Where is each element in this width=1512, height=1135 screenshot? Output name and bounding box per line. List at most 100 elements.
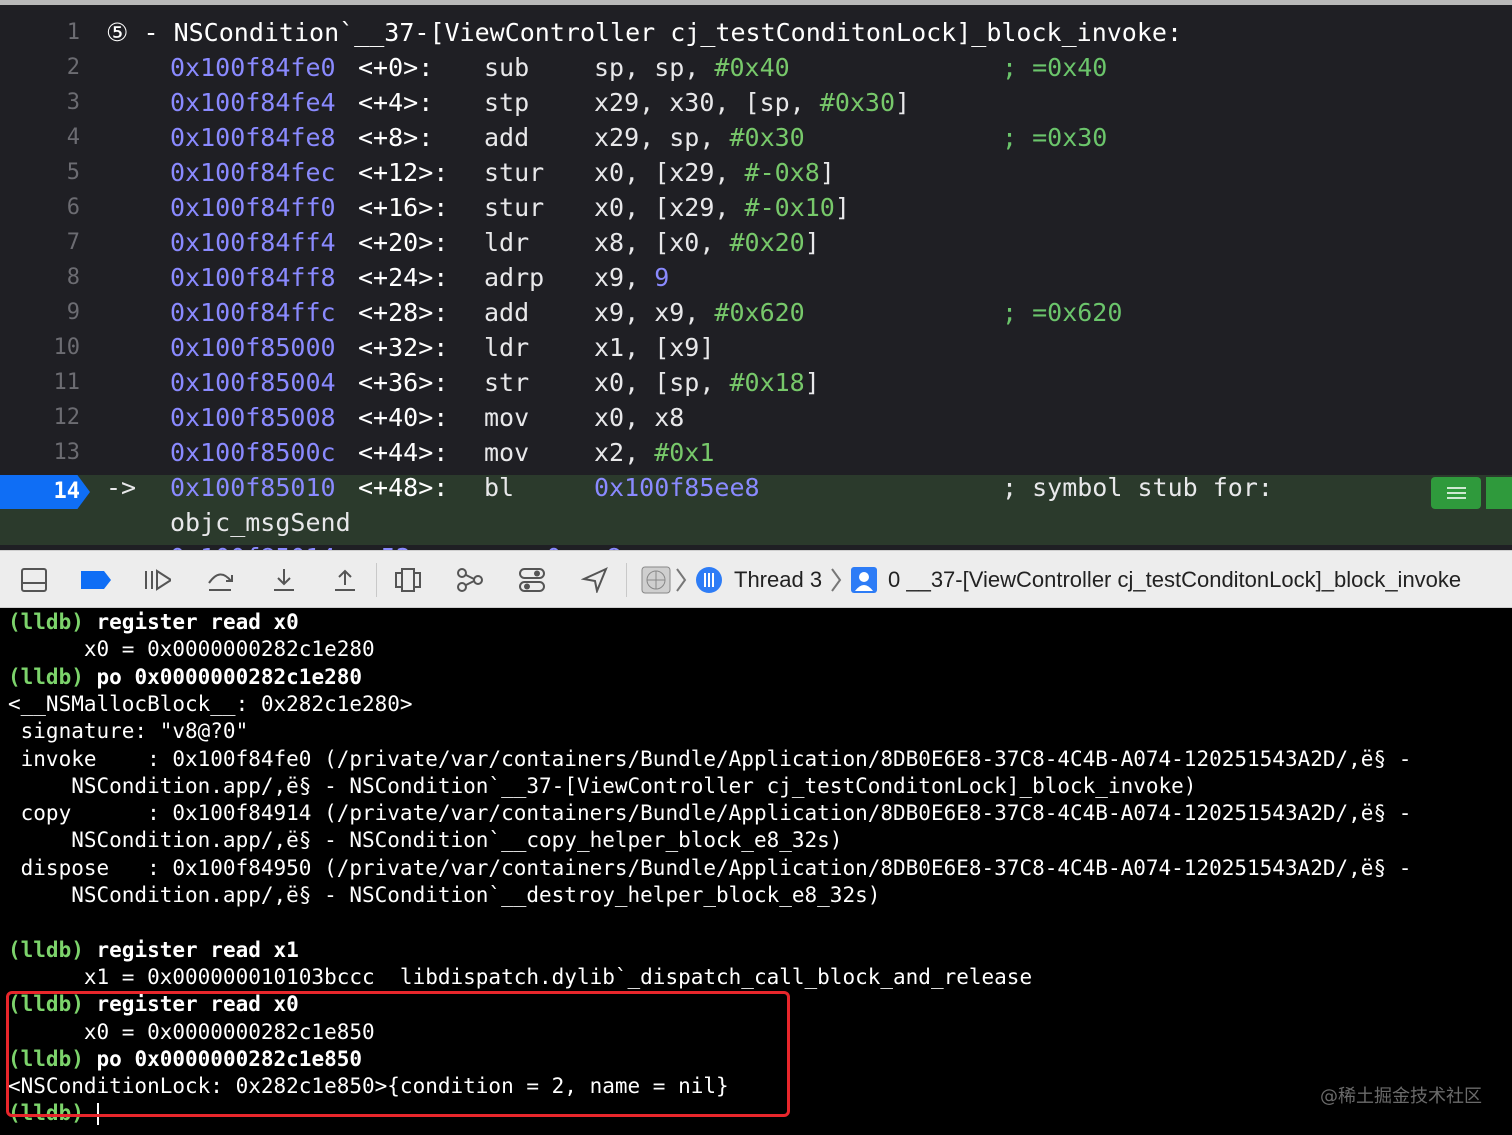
operand-text: x29, x30, [sp,: [594, 88, 820, 117]
instruction-comment: ; =0x40: [1002, 53, 1108, 82]
operand-text: x9,: [594, 263, 655, 292]
instruction-comment: ; =0x30: [1002, 123, 1108, 152]
disassembly-row[interactable]: 4 0x100f84fe8 <+8>: add x29, sp, #0x30 ; =0x3…: [0, 120, 1512, 155]
disassembly-row[interactable]: 13 0x100f8500c <+44>: mov x2, #0x1: [0, 435, 1512, 470]
instruction-pointer-menu-button[interactable]: [1431, 477, 1481, 509]
stack-frame-icon[interactable]: [850, 566, 878, 594]
current-instruction-row[interactable]: -> 0x100f85010 <+48>: bl 0x100f85ee8 ; symbol…: [0, 470, 1512, 505]
lldb-command: register read x0: [96, 610, 299, 634]
immediate-value: #0x30: [819, 88, 896, 117]
thread-icon[interactable]: [695, 566, 723, 594]
debug-toolbar: Thread 3 0 __37-[ViewController cj_testC…: [0, 550, 1512, 608]
operand-text: x8, [x0,: [594, 228, 730, 257]
chevron-right-icon: [675, 566, 687, 594]
operand-tail: ]: [895, 88, 911, 117]
step-over-icon[interactable]: [206, 566, 234, 594]
console-output-line: dispose : 0x100f84950 (/private/var/cont…: [8, 855, 1412, 880]
disassembly-row[interactable]: 1 ⑤ - NSCondition`__37-[ViewController cj…: [0, 15, 1512, 50]
continue-icon[interactable]: [143, 566, 171, 594]
view-hierarchy-icon[interactable]: [394, 566, 422, 594]
operands: x0, [x29, #-0x10]: [594, 190, 850, 225]
operand-tail: ]: [834, 193, 850, 222]
disassembly-row[interactable]: 9 0x100f84ffc <+28>: add x9, x9, #0x620 ; =0x…: [0, 295, 1512, 330]
disassembly-row[interactable]: 2 0x100f84fe0 <+0>: sub sp, sp, #0x40 ; =0x40: [0, 50, 1512, 85]
breakpoints-toggle-icon[interactable]: [80, 566, 112, 594]
current-instruction-continuation: objc_msgSend: [0, 505, 1512, 540]
disassembly-row[interactable]: 11 0x100f85004 <+36>: str x0, [sp, #0x18]: [0, 365, 1512, 400]
current-line-badge[interactable]: 14: [0, 475, 90, 509]
opcode: stp: [484, 88, 530, 117]
lldb-prompt: (lldb): [8, 937, 84, 962]
operand-text: x1, [x9]: [594, 333, 715, 362]
stack-frame-label[interactable]: 0 __37-[ViewController cj_testConditonLo…: [888, 563, 1461, 597]
disassembly-row[interactable]: 12 0x100f85008 <+40>: mov x0, x8: [0, 400, 1512, 435]
instruction-offset: <+4>:: [358, 88, 434, 117]
console-output-line: x1 = 0x000000010103bccc libdispatch.dyli…: [8, 964, 1033, 989]
operands: x9, 9: [594, 260, 669, 295]
console-command-line: (lldb) register read x1: [8, 937, 299, 964]
opcode: ldr: [484, 228, 530, 257]
partial-instruction: 0x100f85014 <+52>: mov x0, x8: [170, 540, 622, 550]
operands: x2, #0x1: [594, 435, 714, 470]
opcode: stur: [484, 193, 545, 222]
chevron-right-icon: [830, 566, 842, 594]
instruction-address: 0x100f84ff8: [170, 263, 336, 292]
operands: x8, [x0, #0x20]: [594, 225, 820, 260]
operand-tail: ]: [804, 368, 820, 397]
instruction-offset: <+8>:: [358, 123, 434, 152]
line-number: 13: [53, 440, 81, 465]
opcode: stur: [484, 158, 545, 187]
disassembly-view[interactable]: 1 ⑤ - NSCondition`__37-[ViewController cj…: [0, 0, 1512, 550]
operands: x0, [sp, #0x18]: [594, 365, 820, 400]
line-number: 4: [66, 125, 80, 150]
instruction-address: 0x100f84ffc: [170, 298, 336, 327]
opcode: adrp: [484, 263, 545, 292]
line-number: 1: [66, 20, 80, 45]
operand-text: x0, x8: [594, 403, 685, 432]
console-output-line: NSCondition.app/,ë§ - NSCondition`__37-[…: [8, 773, 1197, 798]
line-number: 12: [53, 405, 81, 430]
step-into-icon[interactable]: [270, 566, 298, 594]
instruction-address: 0x100f84fe0: [170, 53, 336, 82]
console-output-line: NSCondition.app/,ë§ - NSCondition`__dest…: [8, 883, 881, 907]
opcode: bl: [484, 473, 515, 502]
simulate-location-icon[interactable]: [581, 566, 609, 594]
device-icon[interactable]: [641, 566, 671, 594]
console-output-line: invoke : 0x100f84fe0 (/private/var/conta…: [8, 746, 1412, 771]
operand-tail: ]: [804, 228, 820, 257]
instruction-address: 0x100f84fec: [170, 158, 336, 187]
console-output-line: <__NSMallocBlock__: 0x282c1e280>: [8, 691, 413, 716]
instruction-address: 0x100f84fe8: [170, 123, 336, 152]
memory-graph-icon[interactable]: [456, 566, 484, 594]
instruction-offset: <+44>:: [358, 438, 449, 467]
line-number: 7: [66, 230, 80, 255]
immediate-value: #-0x10: [744, 193, 835, 222]
operand-text: x0, [sp,: [594, 368, 730, 397]
console-output-line: x0 = 0x0000000282c1e280: [8, 637, 375, 662]
instruction-address: 0x100f85010: [170, 473, 336, 502]
disassembly-row[interactable]: 7 0x100f84ff4 <+20>: ldr x8, [x0, #0x20]: [0, 225, 1512, 260]
disassembly-row[interactable]: 3 0x100f84fe4 <+4>: stp x29, x30, [sp, #0x30…: [0, 85, 1512, 120]
operand-text: sp, sp,: [594, 53, 715, 82]
lldb-prompt: (lldb): [8, 610, 84, 634]
operand-text: x9, x9,: [594, 298, 715, 327]
line-number: 11: [53, 370, 81, 395]
disassembly-row[interactable]: 10 0x100f85000 <+32>: ldr x1, [x9]: [0, 330, 1512, 365]
disassembly-row[interactable]: 8 0x100f84ff8 <+24>: adrp x9, 9: [0, 260, 1512, 295]
thread-label[interactable]: Thread 3: [734, 563, 822, 597]
disassembly-row[interactable]: 6 0x100f84ff0 <+16>: stur x0, [x29, #-0x10]: [0, 190, 1512, 225]
step-out-icon[interactable]: [331, 566, 359, 594]
line-number: 8: [66, 265, 80, 290]
immediate-value: #0x20: [729, 228, 805, 257]
opcode: str: [484, 368, 530, 397]
opcode: sub: [484, 53, 530, 82]
environment-overrides-icon[interactable]: [518, 566, 546, 594]
instruction-address: 0x100f84ff0: [170, 193, 336, 222]
immediate-value: #0x1: [654, 438, 715, 467]
instruction-offset: <+16>:: [358, 193, 449, 222]
instruction-offset: <+20>:: [358, 228, 449, 257]
disassembly-row[interactable]: 5 0x100f84fec <+12>: stur x0, [x29, #-0x8]: [0, 155, 1512, 190]
instruction-offset: <+0>:: [358, 53, 434, 82]
hide-console-icon[interactable]: [20, 566, 48, 594]
instruction-pointer-arrow: ->: [106, 473, 137, 502]
